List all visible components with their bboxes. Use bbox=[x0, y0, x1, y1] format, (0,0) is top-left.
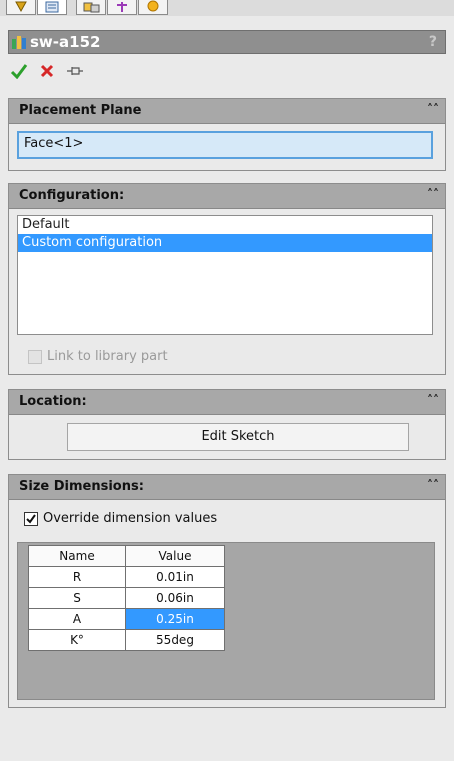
table-row[interactable]: K° 55deg bbox=[28, 629, 225, 651]
configuration-item-default[interactable]: Default bbox=[18, 216, 432, 234]
size-dimensions-title: Size Dimensions: bbox=[19, 479, 144, 494]
placement-plane-field[interactable]: Face<1> bbox=[17, 131, 433, 159]
placement-plane-header[interactable]: Placement Plane ˄˄ bbox=[9, 99, 445, 124]
property-manager-titlebar: sw-a152 ? bbox=[8, 30, 446, 54]
check-icon bbox=[10, 64, 28, 79]
display-manager-icon bbox=[147, 0, 159, 12]
column-header-name[interactable]: Name bbox=[28, 545, 126, 567]
table-row[interactable]: S 0.06in bbox=[28, 587, 225, 609]
placement-plane-title: Placement Plane bbox=[19, 103, 142, 118]
tab-dimxpert-manager[interactable] bbox=[107, 0, 137, 15]
link-library-part-label: Link to library part bbox=[47, 349, 168, 364]
action-buttons bbox=[8, 60, 108, 84]
cancel-button[interactable] bbox=[36, 60, 58, 82]
location-title: Location: bbox=[19, 394, 87, 409]
dimension-name-cell[interactable]: S bbox=[28, 587, 126, 609]
x-icon bbox=[40, 64, 54, 78]
override-dimensions-label: Override dimension values bbox=[43, 511, 218, 526]
configuration-list[interactable]: Default Custom configuration bbox=[17, 215, 433, 335]
pin-button[interactable] bbox=[64, 60, 86, 82]
override-dimensions-checkbox[interactable] bbox=[24, 512, 38, 526]
dimension-value-cell[interactable]: 0.06in bbox=[125, 587, 225, 609]
tab-display-manager[interactable] bbox=[138, 0, 168, 15]
help-icon[interactable]: ? bbox=[429, 34, 437, 50]
tab-feature-manager[interactable] bbox=[6, 0, 36, 15]
ok-button[interactable] bbox=[8, 60, 30, 82]
double-chevron-up-icon[interactable]: ˄˄ bbox=[427, 187, 439, 201]
dimension-name-cell[interactable]: K° bbox=[28, 629, 126, 651]
configuration-title: Configuration: bbox=[19, 188, 125, 203]
dimension-name-cell[interactable]: R bbox=[28, 566, 126, 588]
configuration-item-custom[interactable]: Custom configuration bbox=[18, 234, 432, 252]
library-feature-icon bbox=[12, 36, 26, 49]
link-library-part-checkbox[interactable] bbox=[28, 350, 42, 364]
size-dimensions-header[interactable]: Size Dimensions: ˄˄ bbox=[9, 475, 445, 500]
double-chevron-up-icon[interactable]: ˄˄ bbox=[427, 102, 439, 116]
dimension-value-cell[interactable]: 0.01in bbox=[125, 566, 225, 588]
configuration-header[interactable]: Configuration: ˄˄ bbox=[9, 184, 445, 209]
configuration-manager-icon bbox=[83, 2, 100, 13]
dimension-grid: Name Value R 0.01in S 0.06in A 0.25in K°… bbox=[17, 542, 435, 700]
column-header-value[interactable]: Value bbox=[125, 545, 225, 567]
double-chevron-up-icon[interactable]: ˄˄ bbox=[427, 478, 439, 492]
feature-manager-icon bbox=[15, 1, 27, 13]
dimension-table: Name Value R 0.01in S 0.06in A 0.25in K°… bbox=[28, 545, 225, 651]
dimension-name-cell[interactable]: A bbox=[28, 608, 126, 630]
edit-sketch-button[interactable]: Edit Sketch bbox=[67, 423, 409, 451]
table-row[interactable]: A 0.25in bbox=[28, 608, 225, 630]
tab-configuration-manager[interactable] bbox=[76, 0, 106, 15]
feature-title: sw-a152 bbox=[30, 33, 101, 51]
tab-property-manager[interactable] bbox=[37, 0, 67, 15]
panel-tabstrip bbox=[0, 0, 454, 16]
double-chevron-up-icon[interactable]: ˄˄ bbox=[427, 393, 439, 407]
table-row[interactable]: R 0.01in bbox=[28, 566, 225, 588]
location-header[interactable]: Location: ˄˄ bbox=[9, 390, 445, 415]
property-manager-icon bbox=[45, 1, 59, 13]
dimxpert-icon bbox=[117, 2, 127, 12]
dimension-value-cell[interactable]: 55deg bbox=[125, 629, 225, 651]
pushpin-icon bbox=[67, 67, 83, 75]
checkmark-icon bbox=[26, 514, 36, 524]
dimension-value-cell[interactable]: 0.25in bbox=[125, 608, 225, 630]
